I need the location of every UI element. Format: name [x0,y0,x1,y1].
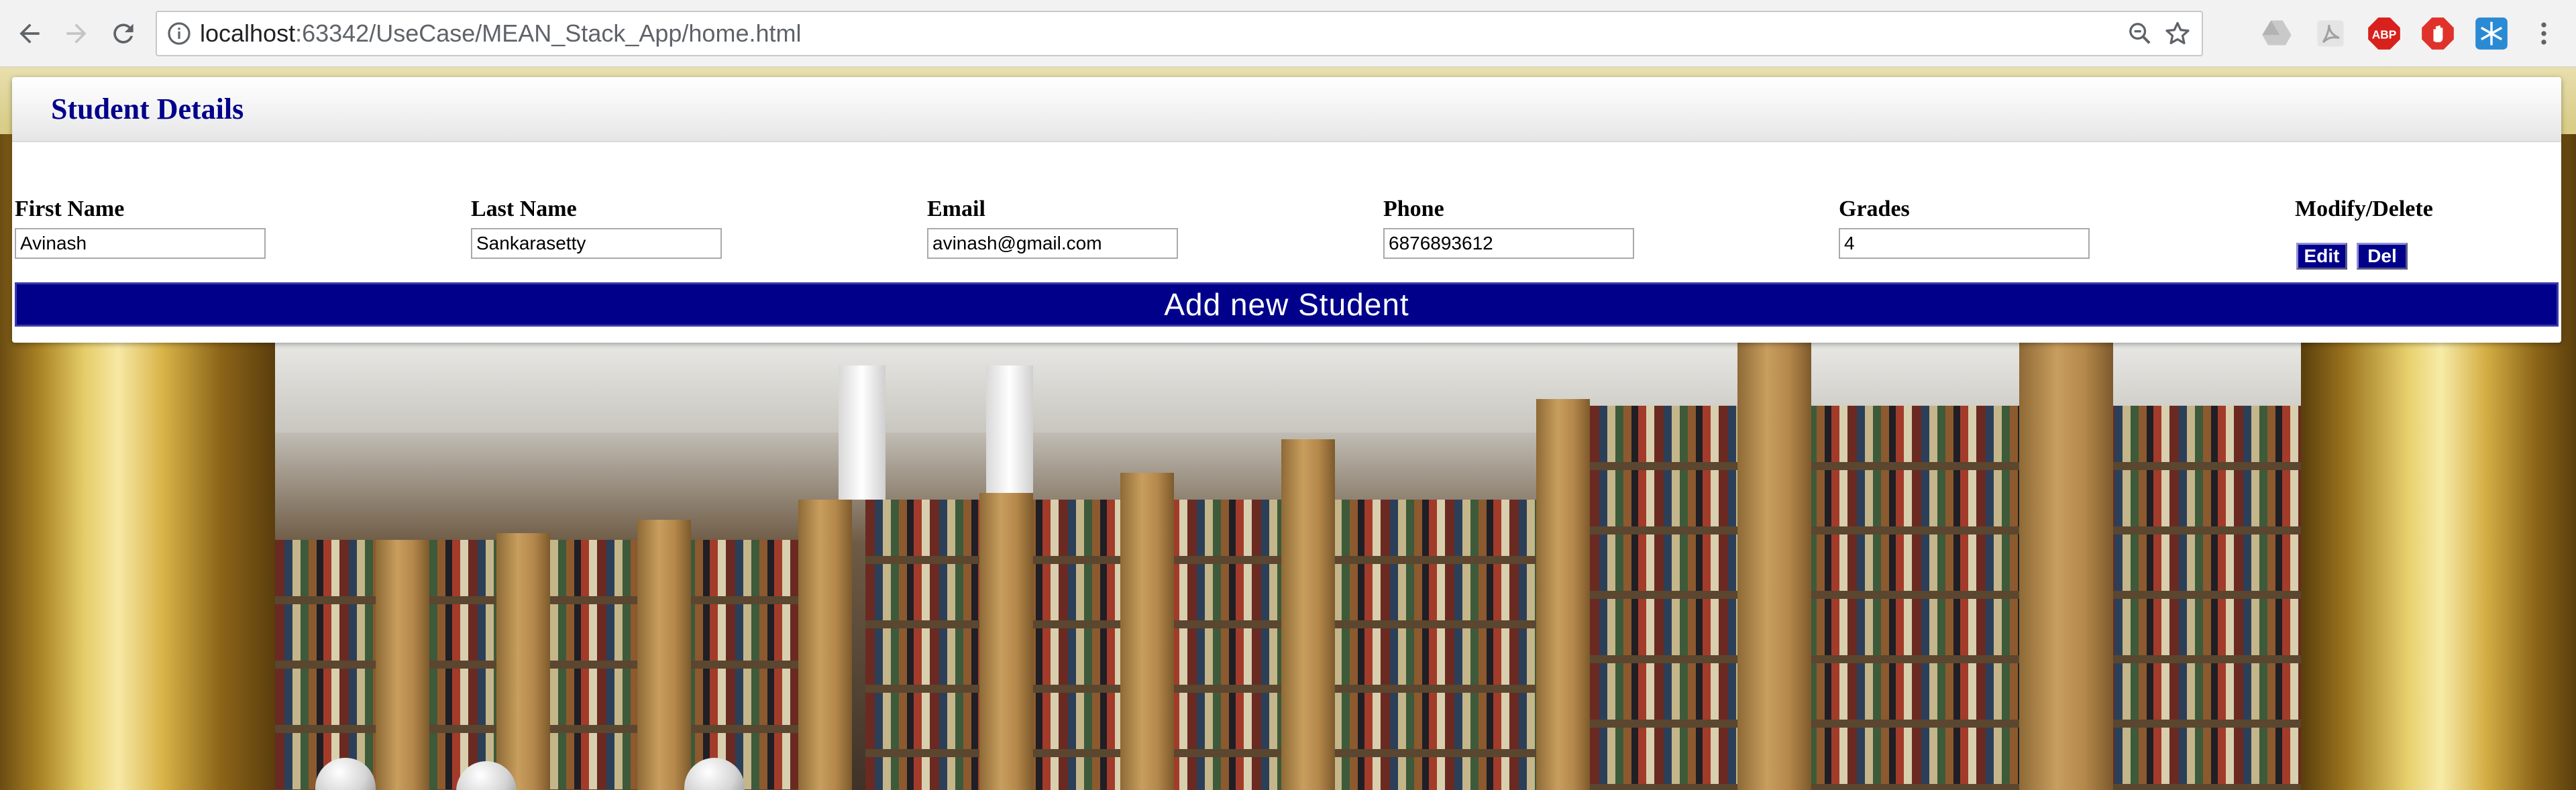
email-field[interactable]: avinash@gmail.com [927,228,1178,259]
reload-icon [113,23,133,44]
shelf-end [1281,439,1335,790]
bookshelf [275,540,825,790]
url-host: localhost [200,19,296,47]
column-header-modify-delete: Modify/Delete [2295,196,2433,221]
shelf-end [376,540,429,790]
shelf-end [637,520,691,790]
last-name-field[interactable]: Sankarasetty [471,228,722,259]
library-column [986,365,1033,500]
shelf-end [1536,399,1590,790]
adblock-label: ABP [2372,28,2397,42]
page-viewport: Student Details First Name Avinash Last … [0,67,2576,790]
add-new-student-button[interactable]: Add new Student [15,282,2559,327]
back-arrow-icon [19,23,40,44]
column-header-phone: Phone [1383,196,1444,221]
shelf-end [2019,339,2113,790]
column-header-first-name: First Name [15,196,125,221]
page-title: Student Details [51,93,244,125]
stop-hand-icon[interactable] [2420,16,2455,51]
shelf-end [1737,339,1811,790]
back-button[interactable] [9,13,50,54]
address-bar[interactable]: localhost:63342/UseCase/MEAN_Stack_App/h… [156,11,2203,56]
drive-icon[interactable] [2259,16,2294,51]
column-header-grades: Grades [1839,196,1910,221]
bookshelf [865,500,1536,790]
column-header-last-name: Last Name [471,196,577,221]
shelf-end [496,533,550,790]
zoom-icon[interactable] [2127,20,2153,47]
pdf-icon[interactable] [2313,16,2348,51]
library-background-image [275,339,2301,790]
phone-field[interactable]: 6876893612 [1383,228,1634,259]
bookshelf [1590,406,2301,790]
shelf-end [798,500,852,790]
grades-field[interactable]: 4 [1839,228,2090,259]
browser-toolbar: localhost:63342/UseCase/MEAN_Stack_App/h… [0,0,2576,67]
url-path: :63342/UseCase/MEAN_Stack_App/home.html [295,19,802,47]
panel-header: Student Details [12,77,2561,142]
shelf-end [979,493,1033,790]
browser-menu-button[interactable] [2524,13,2564,54]
snowflake-icon[interactable] [2474,16,2509,51]
forward-arrow-icon [66,23,87,44]
forward-button[interactable] [56,13,97,54]
column-header-email: Email [927,196,985,221]
library-column [839,365,885,500]
delete-button[interactable]: Del [2357,243,2408,270]
edit-button[interactable]: Edit [2296,243,2347,270]
reload-button[interactable] [103,13,144,54]
adblock-plus-icon[interactable]: ABP [2367,16,2402,51]
student-details-panel: Student Details First Name Avinash Last … [12,77,2561,343]
shelf-end [1120,473,1174,790]
info-icon[interactable] [166,21,192,46]
url-text[interactable]: localhost:63342/UseCase/MEAN_Stack_App/h… [200,12,801,55]
first-name-field[interactable]: Avinash [15,228,266,259]
more-vert-icon [2541,22,2546,45]
bookmark-star-icon[interactable] [2163,19,2192,48]
